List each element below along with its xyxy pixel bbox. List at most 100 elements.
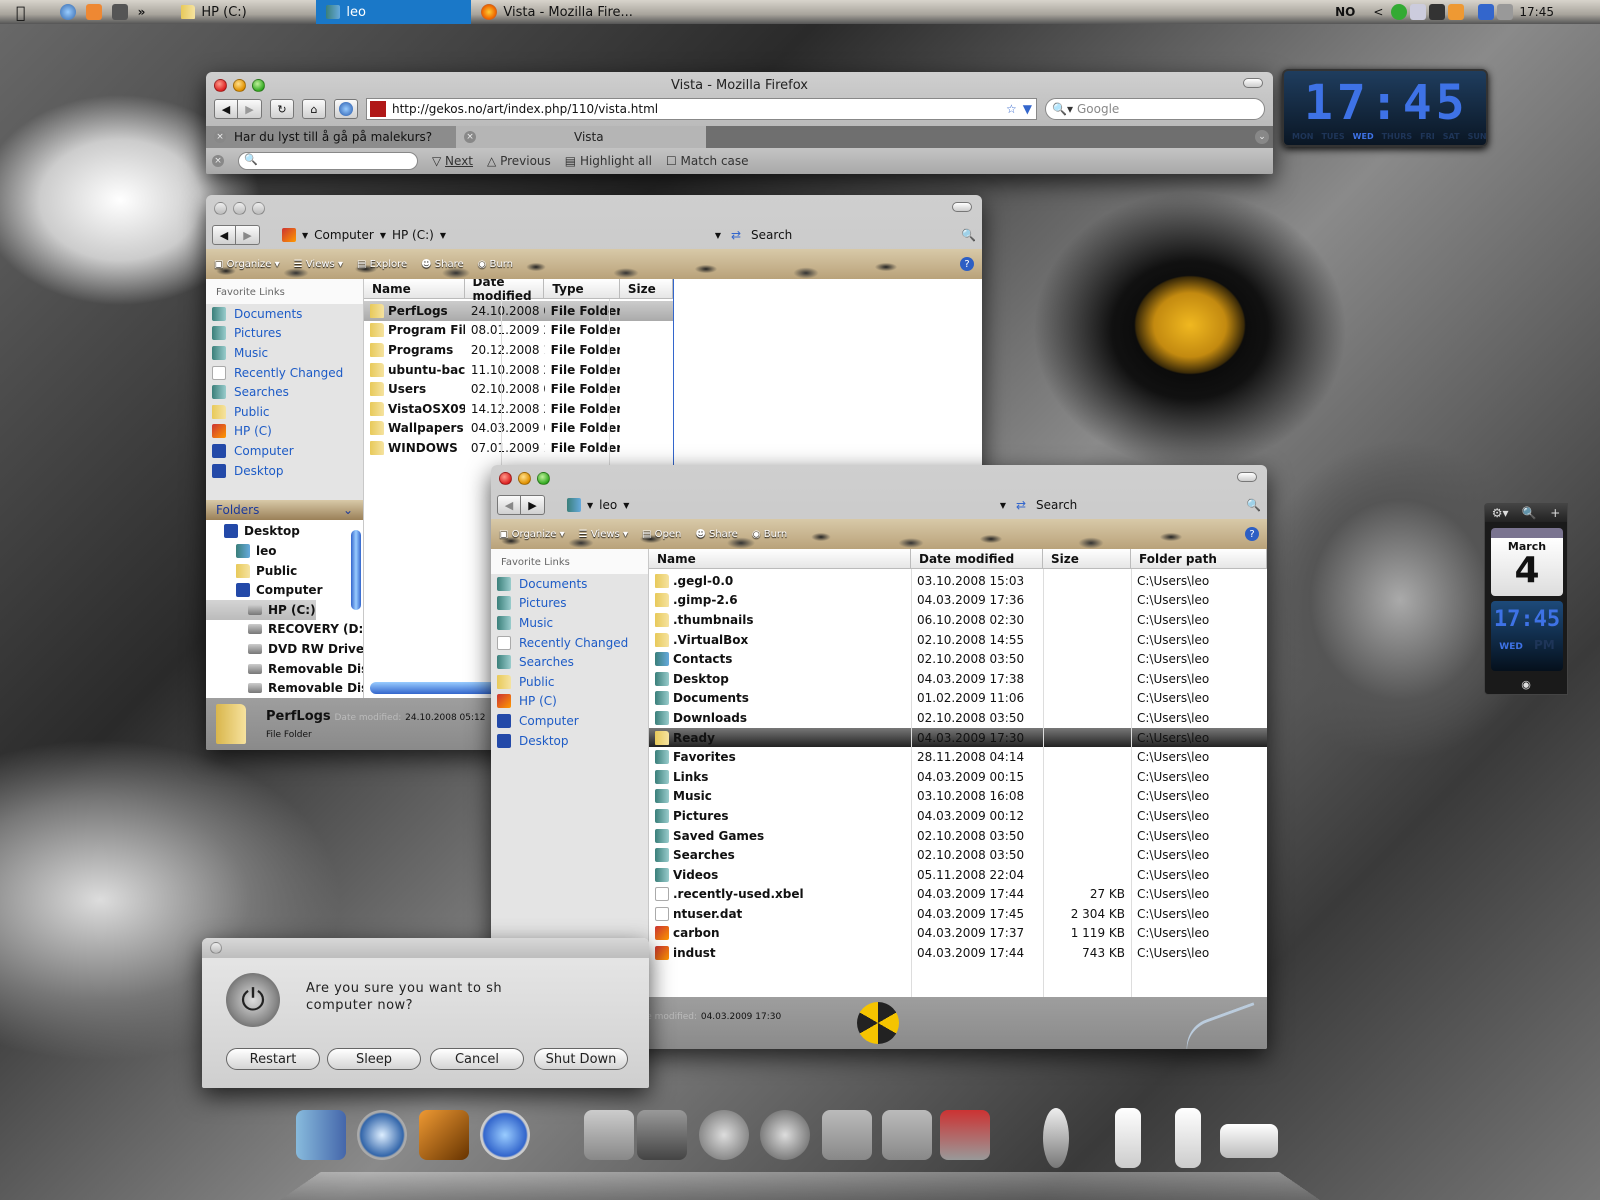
history-dropdown-icon[interactable]: ▼ [1000,501,1006,510]
shut-down-button[interactable]: Shut Down [534,1048,628,1070]
table-row[interactable]: .thumbnails 06.10.2008 02:30 C:\Users\leo [649,610,1267,630]
toolbar-toggle[interactable] [1237,472,1257,482]
help-icon[interactable]: ? [1245,527,1259,541]
keyboard-layout[interactable]: NO [1335,5,1355,19]
close-tab-icon[interactable]: × [464,131,476,143]
table-row[interactable]: Pictures 04.03.2009 00:12 C:\Users\leo [649,806,1267,826]
favorite-link-recently-changed[interactable]: Recently Changed [491,633,648,653]
dock-window-1-icon[interactable] [1115,1108,1141,1168]
tray-expand[interactable]: < [1373,5,1383,19]
dock-window-3-icon[interactable] [1220,1124,1278,1158]
tray-app-icon[interactable] [1391,4,1408,20]
minimize-button[interactable] [518,471,531,485]
tree-item[interactable]: leo [206,541,363,561]
table-row[interactable]: indust 04.03.2009 17:44 743 KB C:\Users\leo [649,943,1267,963]
back-button[interactable]: ◀ [212,225,236,245]
mini-clock-widget[interactable]: 17:45 WED PM [1491,601,1563,671]
dock-stack-1-icon[interactable] [822,1110,872,1160]
tree-item[interactable]: DVD RW Drive [206,639,363,659]
favorite-link-public[interactable]: Public [206,402,363,422]
dialog-titlebar[interactable] [202,938,649,958]
task-firefox[interactable]: Vista - Mozilla Fire... [471,0,651,24]
tree-item[interactable]: Removable Dis [206,678,363,698]
search-icon[interactable]: 🔍 [1522,506,1537,520]
table-row[interactable]: Users02.10.2008 03:...File Folder [364,379,673,399]
table-row[interactable]: .recently-used.xbel 04.03.2009 17:44 27 KB… [649,885,1267,905]
dock-system-preferences-icon[interactable] [637,1110,687,1160]
match-case-checkbox[interactable]: ☐ Match case [666,154,749,168]
tree-item[interactable]: Desktop [206,522,363,542]
restart-button[interactable]: Restart [226,1048,320,1070]
tool-icon[interactable] [111,4,128,20]
close-button[interactable] [214,78,227,92]
reload-button[interactable]: ↻ [270,99,294,119]
apple-menu[interactable]:  [0,0,32,24]
gears-icon[interactable] [1429,4,1446,20]
tree-item[interactable]: RECOVERY (D: [206,620,363,640]
toolbar-toggle[interactable] [952,202,972,212]
favorite-link-searches[interactable]: Searches [206,382,363,402]
favorite-link-music[interactable]: Music [491,613,648,633]
dock-back-icon[interactable] [699,1110,749,1160]
explore-button[interactable]: ▤ Explore [357,259,407,270]
favorite-link-desktop[interactable]: Desktop [206,461,363,481]
tree-item[interactable]: Removable Dis [206,659,363,679]
tree-item[interactable]: Public [206,561,363,581]
forward-button[interactable]: ▶ [236,225,260,245]
share-button[interactable]: ☻ Share [695,529,737,540]
table-row[interactable]: Searches 02.10.2008 03:50 C:\Users\leo [649,845,1267,865]
dock-calculator-icon[interactable] [584,1110,634,1160]
table-row[interactable]: Downloads 02.10.2008 03:50 C:\Users\leo [649,708,1267,728]
globe-button[interactable] [334,99,358,119]
firefox-titlebar[interactable]: Vista - Mozilla Firefox [206,72,1273,98]
back-button[interactable]: ◀ [214,99,238,119]
dock-finder-icon[interactable] [296,1110,346,1160]
refresh-icon[interactable]: ⇄ [731,228,741,242]
table-row[interactable]: carbon 04.03.2009 17:37 1 119 KB C:\Users\l… [649,924,1267,944]
volume-icon[interactable] [1497,4,1514,20]
dock-trash-icon[interactable] [1043,1108,1069,1168]
favorite-link-computer[interactable]: Computer [491,711,648,731]
explorer-titlebar[interactable] [491,465,1267,491]
close-button[interactable] [210,942,222,954]
url-bar[interactable]: http://gekos.no/art/index.php/110/vista.… [366,98,1037,120]
favorite-link-recently-changed[interactable]: Recently Changed [206,363,363,383]
column-type[interactable]: Type [544,279,620,298]
search-box[interactable]: 🔍▾ Google [1045,98,1265,120]
favorite-link-pictures[interactable]: Pictures [206,324,363,344]
table-row[interactable]: Links 04.03.2009 00:15 C:\Users\leo [649,767,1267,787]
minimize-button[interactable] [233,201,246,215]
zoom-button[interactable] [252,78,265,92]
burn-button[interactable]: ◉ Burn [478,259,513,270]
table-row[interactable]: ntuser.dat 04.03.2009 17:45 2 304 KB C:\Use… [649,904,1267,924]
breadcrumb-leo[interactable]: leo [599,498,617,512]
zoom-button[interactable] [537,471,550,485]
refresh-icon[interactable]: ⇄ [1016,498,1026,512]
tree-item[interactable]: Computer [206,580,363,600]
add-icon[interactable]: + [1550,506,1560,520]
close-button[interactable] [499,471,512,485]
forward-button[interactable]: ▶ [521,495,545,515]
table-row[interactable]: Saved Games 02.10.2008 03:50 C:\Users\leo [649,826,1267,846]
share-button[interactable]: ☻ Share [421,259,463,270]
network-icon[interactable] [1478,4,1495,20]
close-tab-icon[interactable]: × [214,131,226,143]
table-row[interactable]: PerfLogs24.10.2008 05:...File Folder [364,301,673,321]
table-row[interactable]: WINDOWS07.01.2009 15:...File Folder [364,438,673,458]
safari-icon[interactable] [59,4,76,20]
tab-vista[interactable]: × Vista [456,126,706,148]
forward-button[interactable]: ▶ [238,99,262,119]
table-row[interactable]: Documents 01.02.2009 11:06 C:\Users\leo [649,689,1267,709]
overflow-chevron[interactable]: » [138,5,146,19]
favorite-link-desktop[interactable]: Desktop [491,731,648,751]
paint-icon[interactable] [1448,4,1465,20]
table-row[interactable]: Ready 04.03.2009 17:30 C:\Users\leo [649,727,1267,748]
search-field[interactable]: Search [1036,498,1236,512]
history-dropdown-icon[interactable]: ▼ [1023,102,1032,116]
table-row[interactable]: Program Files08.01.2009 21:...File Folde… [364,321,673,341]
highlight-all-button[interactable]: ▤ Highlight all [565,154,652,168]
table-row[interactable]: Desktop 04.03.2009 17:38 C:\Users\leo [649,669,1267,689]
open-button[interactable]: ▤ Open [642,529,681,540]
favorite-link-music[interactable]: Music [206,343,363,363]
widget-settings-button[interactable]: ◉ [1515,678,1537,692]
